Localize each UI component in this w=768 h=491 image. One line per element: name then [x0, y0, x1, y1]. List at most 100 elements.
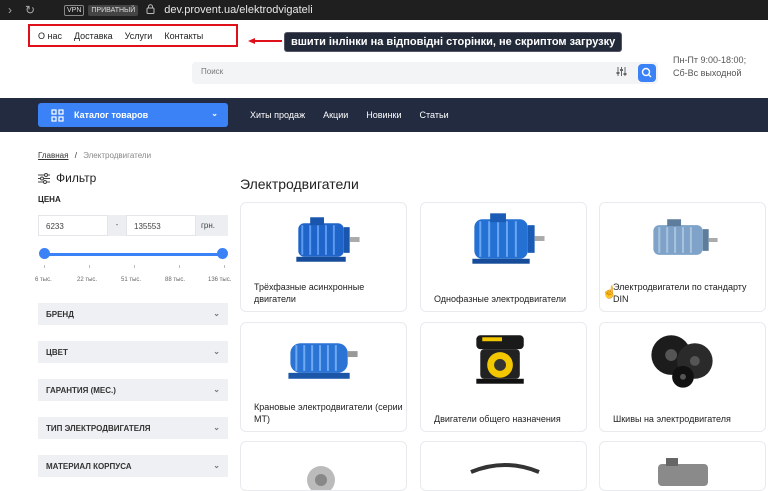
category-card[interactable]: Электродвигатели по стандарту DIN [599, 202, 766, 312]
category-card[interactable] [240, 441, 407, 491]
top-links-nav: О нас Доставка Услуги Контакты [28, 24, 238, 47]
blue-motor-image [472, 213, 545, 264]
nav-new[interactable]: Новинки [366, 110, 401, 120]
chevron-down-icon: ⌄ [213, 423, 220, 432]
scale-label: 6 тыс. [35, 277, 52, 283]
facet-brand[interactable]: БРЕНД ⌄ [38, 303, 228, 325]
price-min-input[interactable]: 6233 [38, 215, 108, 236]
category-card[interactable]: Двигатели общего назначения [420, 322, 587, 432]
category-label: Однофазные электродвигатели [434, 294, 566, 304]
scale-tick [89, 265, 90, 268]
scale-tick [179, 265, 180, 268]
chevron-down-icon: ⌄ [213, 347, 220, 356]
category-card[interactable]: Трёхфазные асинхронные двигатели [240, 202, 407, 312]
chevron-down-icon: ⌄ [213, 385, 220, 394]
top-link-delivery[interactable]: Доставка [74, 31, 113, 41]
hours-weekdays: Пн-Пт 9:00-18:00; [673, 55, 747, 65]
search-icon [641, 67, 652, 78]
category-label: Крановые электродвигатели (серии MT) [254, 402, 403, 424]
price-max-input[interactable]: 135553 [126, 215, 196, 236]
private-badge: ПРИВАТНЫЙ [88, 4, 139, 16]
category-card[interactable]: Крановые электродвигатели (серии MT) [240, 322, 407, 432]
search-input[interactable] [201, 67, 581, 76]
annotation-note: вшити інлінки на відповідні сторінки, не… [284, 32, 623, 52]
facet-label: ГАРАНТИЯ (МЕС.) [46, 386, 116, 395]
search-bar [192, 62, 658, 84]
facet-housing-material[interactable]: МАТЕРИАЛ КОРПУСА ⌄ [38, 455, 228, 477]
annotation-arrow-icon [248, 38, 282, 44]
breadcrumb-home[interactable]: Главная [38, 151, 68, 160]
facet-motor-type[interactable]: ТИП ЭЛЕКТРОДВИГАТЕЛЯ ⌄ [38, 417, 228, 439]
catalog-button[interactable]: Каталог товаров ⌄ [38, 103, 228, 127]
blue-crane-motor-image [288, 343, 358, 379]
price-slider-min-handle[interactable] [39, 248, 50, 259]
facet-label: БРЕНД [46, 310, 74, 319]
breadcrumb-current: Электродвигатели [83, 151, 152, 160]
main-navbar: Каталог товаров ⌄ Хиты продаж Акции Нови… [0, 98, 768, 132]
nav-articles[interactable]: Статьи [420, 110, 449, 120]
product-image [307, 466, 335, 490]
category-card[interactable] [599, 441, 766, 491]
facet-label: МАТЕРИАЛ КОРПУСА [46, 462, 132, 471]
main-nav-links: Хиты продаж Акции Новинки Статьи [250, 110, 467, 120]
price-slider-max-handle[interactable] [217, 248, 228, 259]
scale-label: 22 тыс. [77, 277, 98, 283]
back-icon[interactable]: › [0, 3, 20, 17]
page-title: Электродвигатели [240, 176, 359, 192]
filter-title-label: Фильтр [56, 171, 97, 185]
browser-toolbar: › ↻ VPN ПРИВАТНЫЙ dev.provent.ua/elektro… [0, 0, 768, 20]
mouse-cursor-icon: ☝ [602, 285, 617, 299]
chevron-down-icon: ⌄ [211, 109, 218, 118]
scale-tick [224, 265, 225, 268]
filter-title: Фильтр [38, 171, 96, 185]
chevron-down-icon: ⌄ [213, 461, 220, 470]
category-card[interactable]: Однофазные электродвигатели [420, 202, 587, 312]
breadcrumb: Главная / Электродвигатели [38, 151, 151, 160]
scale-label: 51 тыс. [121, 277, 142, 283]
category-card[interactable]: Шкивы на электродвигателя [599, 322, 766, 432]
grid-icon [51, 108, 64, 122]
nav-hits[interactable]: Хиты продаж [250, 110, 305, 120]
facet-warranty[interactable]: ГАРАНТИЯ (МЕС.) ⌄ [38, 379, 228, 401]
filter-sliders-icon[interactable] [616, 66, 627, 80]
category-label: Электродвигатели по стандарту DIN [613, 282, 747, 304]
top-link-services[interactable]: Услуги [125, 31, 153, 41]
category-label: Шкивы на электродвигателя [613, 414, 731, 424]
chevron-down-icon: ⌄ [213, 309, 220, 318]
scale-tick [134, 265, 135, 268]
category-label: Трёхфазные асинхронные двигатели [254, 282, 365, 304]
vpn-badge[interactable]: VPN [64, 4, 85, 16]
catalog-button-label: Каталог товаров [74, 110, 149, 120]
price-dash: - [108, 215, 126, 236]
black-pulleys-image [651, 335, 713, 388]
breadcrumb-separator: / [74, 151, 77, 160]
top-link-about[interactable]: О нас [38, 31, 62, 41]
facet-color[interactable]: ЦВЕТ ⌄ [38, 341, 228, 363]
price-unit: грн. [196, 215, 228, 236]
facet-label: ТИП ЭЛЕКТРОДВИГАТЕЛЯ [46, 424, 151, 433]
hours-weekend: Сб-Вс выходной [673, 68, 742, 78]
search-button[interactable] [638, 64, 656, 82]
filter-sliders-icon [38, 172, 50, 184]
nav-sales[interactable]: Акции [323, 110, 348, 120]
product-image [658, 458, 708, 486]
product-image [470, 463, 540, 474]
scale-label: 88 тыс. [165, 277, 186, 283]
price-label: ЦЕНА [38, 195, 61, 204]
scale-label: 136 тыс. [208, 277, 232, 283]
price-scale-ticks [30, 265, 240, 271]
blue-motor-image [296, 217, 360, 262]
facet-label: ЦВЕТ [46, 348, 68, 357]
address-bar[interactable]: dev.provent.ua/elektrodvigateli [164, 4, 312, 16]
scale-tick [44, 265, 45, 268]
price-range-inputs: 6233 - 135553 грн. [38, 215, 228, 236]
price-slider-track[interactable] [44, 253, 223, 256]
category-label: Двигатели общего назначения [434, 414, 561, 424]
lock-icon[interactable] [146, 3, 156, 17]
top-link-contacts[interactable]: Контакты [164, 31, 203, 41]
reload-icon[interactable]: ↻ [20, 3, 40, 17]
yellow-engine-image [476, 335, 524, 384]
working-hours: Пн-Пт 9:00-18:00; Сб-Вс выходной [673, 54, 768, 80]
grey-motor-image [653, 219, 718, 255]
category-card[interactable] [420, 441, 587, 491]
